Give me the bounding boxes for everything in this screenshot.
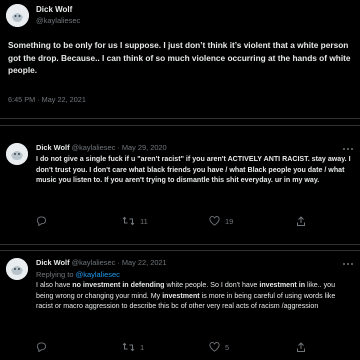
- retweet-icon: [122, 216, 135, 226]
- tweet-header: Dick Wolf @kaylaliesec · May 22, 2021: [36, 258, 167, 267]
- tweet-text-part: I also have: [36, 281, 73, 289]
- share-icon: [297, 342, 305, 352]
- avatar[interactable]: [6, 258, 28, 280]
- retweet-icon: [122, 342, 135, 352]
- tweet-text-emphasis: investment in: [259, 281, 306, 289]
- tweet-text-emphasis: ACTIVELY ANTI RACIST: [227, 155, 308, 163]
- like-button[interactable]: 5: [209, 342, 229, 352]
- avatar[interactable]: [6, 4, 29, 27]
- handle[interactable]: @kaylaliesec: [36, 16, 80, 25]
- replying-to-handle[interactable]: @kaylaliesec: [76, 270, 120, 279]
- tweet-text: Something to be only for us I suppose. I…: [8, 40, 351, 76]
- like-button[interactable]: 19: [209, 216, 233, 226]
- handle[interactable]: @kaylaliesec: [72, 143, 116, 152]
- replying-to: Replying to @kaylaliesec: [36, 270, 120, 279]
- tweet-text: I also have no investment in defending w…: [36, 280, 354, 312]
- avatar-image: [6, 4, 29, 27]
- heart-icon: [209, 342, 220, 352]
- like-count: 5: [225, 342, 230, 352]
- tweet-text: I do not give a single fuck if u "aren't…: [36, 154, 354, 186]
- display-name[interactable]: Dick Wolf: [36, 258, 70, 267]
- tweet-timestamp[interactable]: 6:45 PM · May 22, 2021: [8, 95, 86, 104]
- avatar-image: [6, 258, 28, 280]
- share-button[interactable]: [296, 342, 311, 353]
- replying-to-label: Replying to: [36, 270, 76, 279]
- separator-dot: ·: [117, 258, 120, 267]
- more-icon[interactable]: [342, 141, 354, 151]
- heart-icon: [209, 216, 220, 226]
- tweet-date[interactable]: May 22, 2021: [122, 258, 167, 267]
- retweet-button[interactable]: 11: [122, 216, 148, 226]
- display-name[interactable]: Dick Wolf: [36, 5, 72, 14]
- retweet-count: 11: [140, 216, 148, 226]
- main-tweet: Dick Wolf @kaylaliesec Something to be o…: [0, 0, 360, 130]
- share-button[interactable]: [296, 216, 311, 227]
- tweet-header: Dick Wolf @kaylaliesec · May 29, 2020: [36, 143, 167, 152]
- reply-button[interactable]: [36, 342, 52, 352]
- like-count: 19: [225, 216, 234, 226]
- display-name[interactable]: Dick Wolf: [36, 143, 70, 152]
- retweet-button[interactable]: 1: [122, 342, 144, 352]
- tweet-card[interactable]: Dick Wolf @kaylaliesec · May 29, 2020 I …: [0, 125, 360, 245]
- avatar[interactable]: [6, 143, 28, 165]
- reply-icon: [36, 216, 47, 226]
- avatar-image: [6, 143, 28, 165]
- retweet-count: 1: [140, 342, 145, 352]
- divider: [0, 118, 360, 119]
- tweet-text-part: I do not give a single fuck if u "aren't…: [36, 155, 228, 163]
- tweet-date[interactable]: May 29, 2020: [122, 143, 167, 152]
- handle[interactable]: @kaylaliesec: [72, 258, 116, 267]
- tweet-text-emphasis: no investment in defending: [72, 281, 165, 289]
- share-icon: [297, 216, 305, 226]
- more-icon[interactable]: [342, 256, 354, 266]
- separator-dot: ·: [117, 143, 120, 152]
- tweet-text-part: white people. So I don't have: [164, 281, 260, 289]
- tweet-text-emphasis: investment: [162, 291, 200, 300]
- reply-button[interactable]: [36, 216, 52, 226]
- tweet-card[interactable]: Dick Wolf @kaylaliesec · May 22, 2021 Re…: [0, 250, 360, 360]
- reply-icon: [36, 342, 47, 352]
